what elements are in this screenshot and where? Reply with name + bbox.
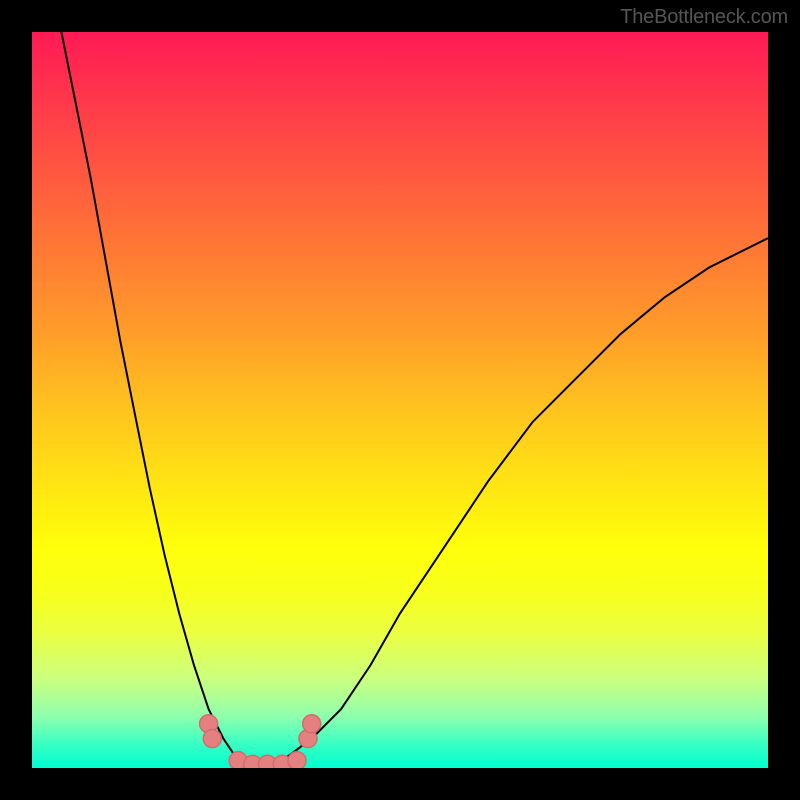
curve-left-branch xyxy=(61,32,252,768)
highlight-dot xyxy=(203,730,221,748)
highlight-dot xyxy=(288,752,306,768)
plot-area xyxy=(32,32,768,768)
curve-layer xyxy=(32,32,768,768)
highlight-dot xyxy=(303,715,321,733)
highlight-dots xyxy=(200,715,321,768)
chart-frame: TheBottleneck.com xyxy=(0,0,800,800)
watermark-text: TheBottleneck.com xyxy=(620,6,788,29)
curve-right-branch xyxy=(253,238,768,768)
